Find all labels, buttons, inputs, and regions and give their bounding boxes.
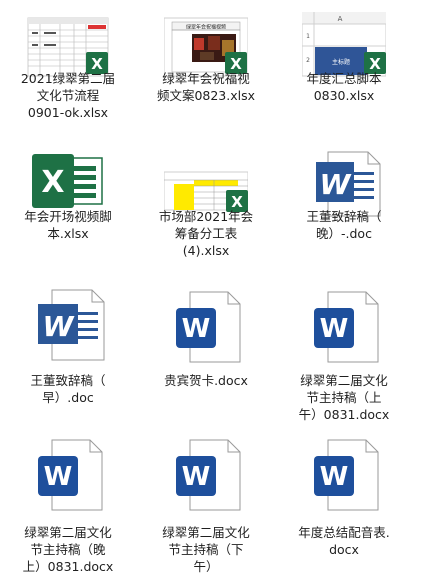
file-name: 绿翠第二届文化 节主持稿（晚 上）0831.docx — [22, 525, 114, 574]
word-docx-icon: W — [38, 439, 103, 511]
file-name: 绿翠年会祝福视 频文案0823.xlsx — [156, 71, 256, 103]
file-name: 年度总结配音表. docx — [298, 525, 390, 557]
svg-text:绿翠年会祝福视频: 绿翠年会祝福视频 — [186, 24, 226, 31]
word-docx-icon: W — [314, 439, 379, 511]
file-item-3[interactable]: A 1 2 主标题 X 年度汇总脚本 0830.xlsx — [276, 4, 412, 144]
svg-text:主标题: 主标题 — [332, 58, 350, 66]
file-name: 绿翠第二届文化 节主持稿（上 午）0831.docx — [298, 373, 390, 422]
file-item-4[interactable]: X 年会开场视频脚 本.xlsx — [0, 142, 136, 282]
file-name: 2021绿翠第二届 文化节流程 0901-ok.xlsx — [20, 71, 116, 120]
svg-text:X: X — [41, 165, 64, 200]
file-name: 绿翠第二届文化 节主持稿（下 午） — [162, 525, 250, 574]
file-item-11[interactable]: W 绿翠第二届文化 节主持稿（下 午） — [138, 428, 274, 574]
file-name: 王董致辞稿（ 晚）-.doc — [306, 209, 382, 241]
word-docx-icon: W — [176, 439, 241, 511]
file-name: 年会开场视频脚 本.xlsx — [24, 209, 112, 241]
word-docx-icon: W — [176, 291, 241, 363]
file-item-6[interactable]: W 王董致辞稿（ 晚）-.doc — [276, 142, 412, 282]
file-item-5[interactable]: X 市场部2021年会 筹备分工表 (4).xlsx — [138, 142, 274, 282]
file-name: 王董致辞稿（ 早）.doc — [30, 373, 106, 405]
file-name: 年度汇总脚本 0830.xlsx — [306, 71, 382, 103]
file-name: 市场部2021年会 筹备分工表 (4).xlsx — [158, 209, 254, 258]
svg-text:W: W — [43, 310, 75, 343]
word-doc-icon: W — [38, 289, 105, 361]
svg-text:A: A — [338, 15, 343, 23]
file-item-9[interactable]: W 绿翠第二届文化 节主持稿（上 午）0831.docx — [276, 280, 412, 422]
file-name: 贵宾贺卡.docx — [164, 373, 248, 388]
file-item-7[interactable]: W 王董致辞稿（ 早）.doc — [0, 280, 136, 420]
svg-text:W: W — [320, 314, 349, 344]
file-item-12[interactable]: W 年度总结配音表. docx — [276, 428, 412, 568]
svg-text:2: 2 — [306, 57, 310, 64]
svg-text:W: W — [182, 314, 211, 344]
svg-text:W: W — [320, 462, 349, 492]
word-docx-icon: W — [314, 291, 379, 363]
file-item-10[interactable]: W 绿翠第二届文化 节主持稿（晚 上）0831.docx — [0, 428, 136, 574]
svg-text:W: W — [182, 462, 211, 492]
file-item-8[interactable]: W 贵宾贺卡.docx — [138, 280, 274, 420]
svg-text:W: W — [320, 168, 352, 201]
file-item-2[interactable]: 绿翠年会祝福视频 X 绿翠年会祝福视 频文案0823.xlsx — [138, 4, 274, 144]
file-item-1[interactable]: X 2021绿翠第二届 文化节流程 0901-ok.xlsx — [0, 4, 136, 144]
svg-text:W: W — [44, 462, 73, 492]
svg-text:1: 1 — [306, 33, 310, 40]
